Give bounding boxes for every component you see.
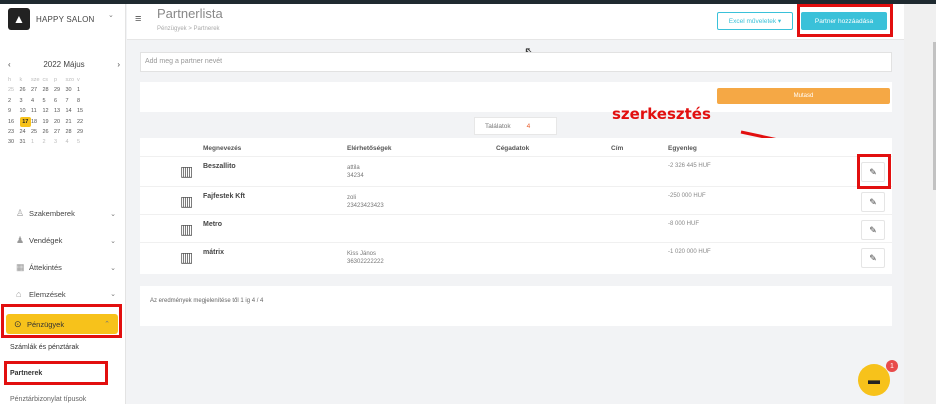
partner-name: mátrix	[203, 249, 225, 256]
column-header-balance[interactable]: Egyenleg	[668, 145, 697, 152]
chat-icon: ▬	[868, 373, 880, 387]
partner-name: Fajfestek Kft	[203, 193, 246, 200]
pencil-icon: ✎	[869, 196, 877, 207]
partner-balance: -1 020 000 HUF	[668, 249, 711, 255]
partner-balance: -8 000 HUF	[668, 221, 700, 227]
edit-button[interactable]: ✎	[861, 220, 885, 240]
table-row[interactable]: ▥ Fajfestek Kft zoli 23423423423 -250 000…	[140, 186, 892, 216]
building-icon: ▥	[180, 163, 194, 179]
partners-table: Megnevezés Elérhetőségek Cégadatok Cím E…	[140, 138, 892, 274]
pencil-icon: ✎	[869, 252, 877, 263]
table-footer: Az eredmények megjelenítése től 1 ig 4 /…	[140, 286, 892, 326]
column-header-name[interactable]: Megnevezés	[203, 145, 241, 152]
partner-balance: -2 326 445 HUF	[668, 163, 711, 169]
building-icon: ▥	[180, 193, 194, 209]
column-header-address[interactable]: Cím	[611, 145, 623, 152]
table-row[interactable]: ▥ mátrix Kiss János 36302222222 -1 020 00…	[140, 242, 892, 272]
column-header-contacts[interactable]: Elérhetőségek	[347, 145, 391, 152]
partner-contact: Kiss János 36302222222	[347, 251, 384, 265]
edit-button[interactable]: ✎	[861, 192, 885, 212]
notification-badge: 1	[886, 360, 898, 372]
partner-balance: -250 000 HUF	[668, 193, 706, 199]
partner-contact: zoli 23423423423	[347, 195, 384, 209]
chat-button[interactable]: ▬	[858, 364, 890, 396]
partner-contact: attila 34234	[347, 165, 364, 179]
building-icon: ▥	[180, 221, 194, 237]
building-icon: ▥	[180, 249, 194, 265]
pencil-icon: ✎	[869, 224, 877, 235]
partner-name: Beszallito	[203, 163, 236, 170]
partner-name: Metro	[203, 221, 223, 228]
scrollbar[interactable]	[904, 4, 936, 404]
table-row[interactable]: ▥ Beszallito attila 34234 -2 326 445 HUF …	[140, 156, 892, 186]
column-header-company[interactable]: Cégadatok	[496, 145, 529, 152]
edit-button[interactable]: ✎	[861, 248, 885, 268]
highlight-box-edit	[857, 154, 891, 189]
table-row[interactable]: ▥ Metro -8 000 HUF ✎	[140, 214, 892, 244]
results-summary: Az eredmények megjelenítése től 1 ig 4 /…	[150, 298, 264, 304]
